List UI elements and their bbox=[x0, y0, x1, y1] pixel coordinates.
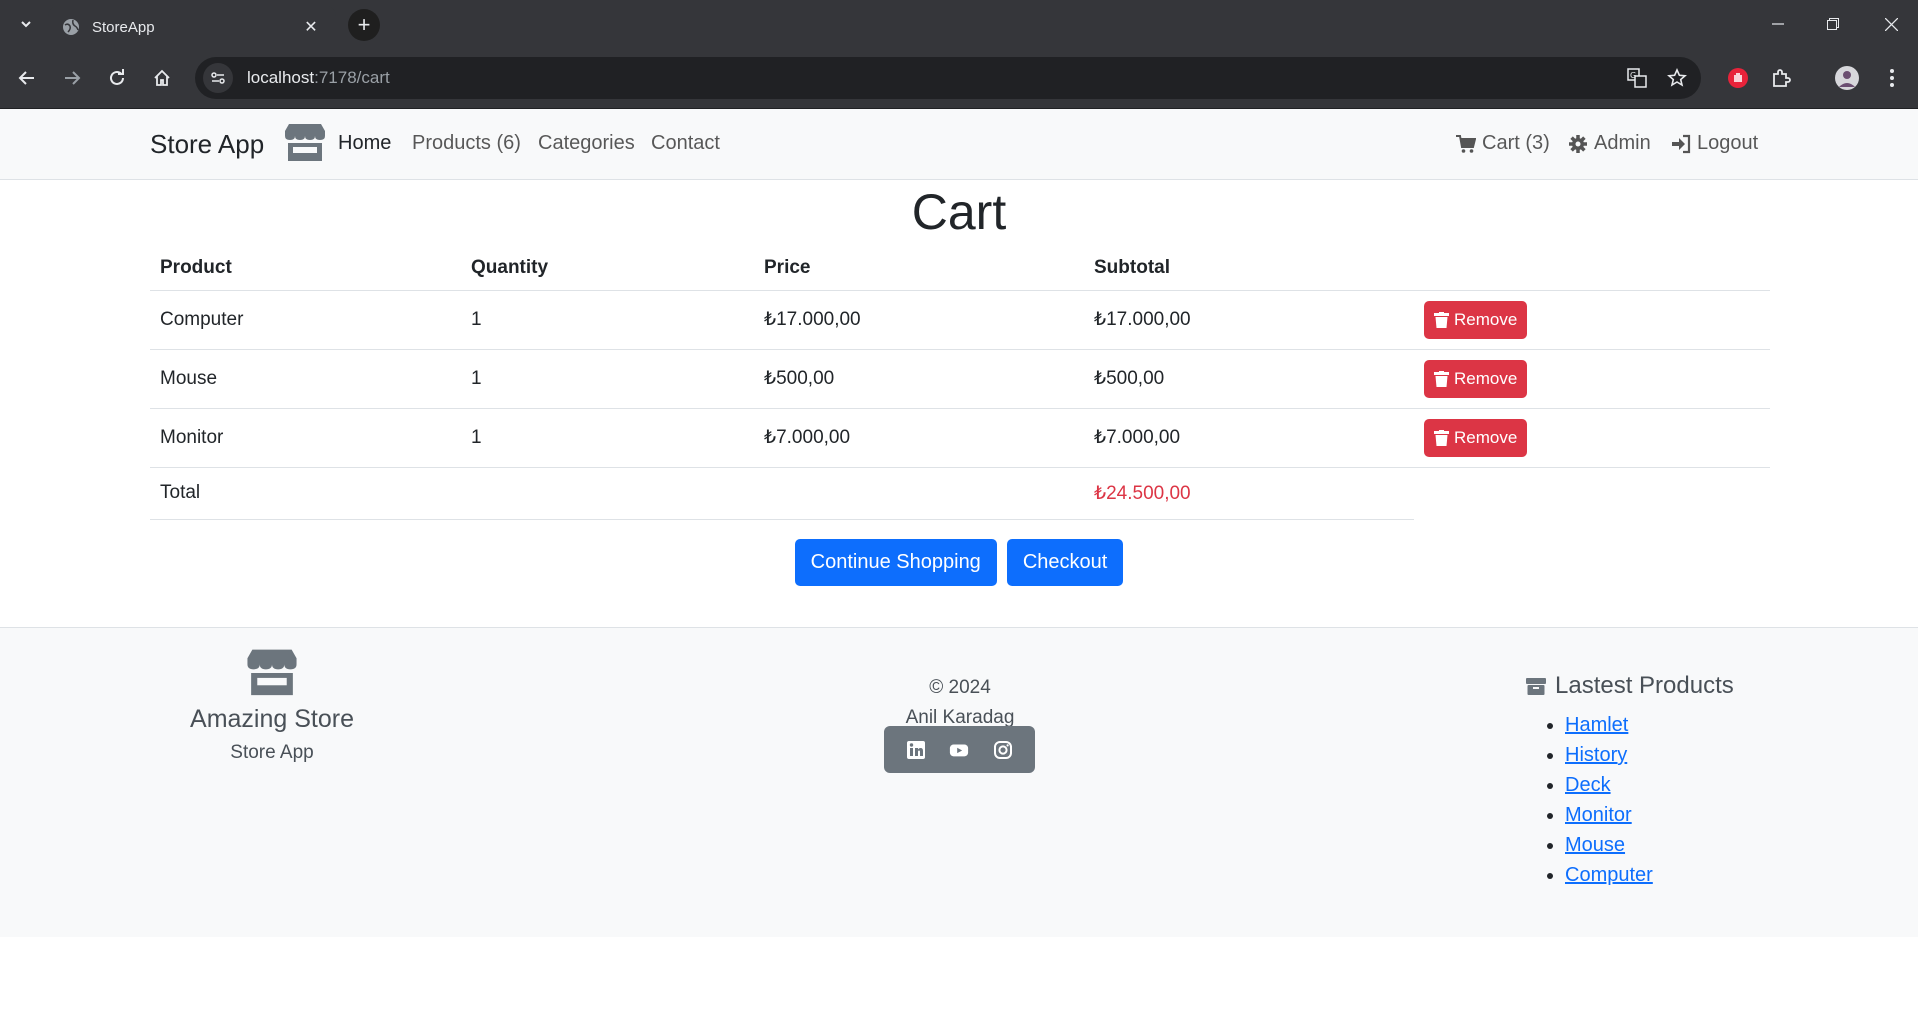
reload-icon[interactable] bbox=[101, 62, 133, 94]
browser-tab[interactable]: StoreApp ✕ bbox=[48, 6, 336, 48]
close-window-icon[interactable] bbox=[1871, 10, 1911, 38]
profile-avatar-icon[interactable] bbox=[1831, 62, 1863, 94]
trash-icon bbox=[1434, 370, 1449, 387]
minimize-icon[interactable] bbox=[1758, 10, 1798, 38]
product-subtotal: ₺7.000,00 bbox=[1084, 408, 1414, 468]
browser-tabstrip: StoreApp ✕ + bbox=[0, 0, 1918, 48]
footer-store-name: Amazing Store bbox=[190, 705, 354, 733]
nav-home[interactable]: Home bbox=[338, 132, 391, 155]
column-header-subtotal: Subtotal bbox=[1084, 247, 1414, 291]
cart-actions: Continue Shopping Checkout bbox=[0, 539, 1918, 586]
nav-admin[interactable]: Admin bbox=[1568, 132, 1651, 155]
logout-icon bbox=[1672, 134, 1691, 153]
browser-menu-icon[interactable] bbox=[1876, 62, 1908, 94]
product-quantity: 1 bbox=[461, 290, 754, 350]
list-item: Monitor bbox=[1565, 800, 1653, 830]
table-row: Mouse 1 ₺500,00 ₺500,00 Remove bbox=[150, 349, 1770, 409]
latest-products-heading: Lastest Products bbox=[1525, 672, 1734, 700]
bookmark-star-icon[interactable] bbox=[1661, 62, 1693, 94]
address-bar[interactable]: localhost:7178/cart G bbox=[195, 57, 1701, 99]
nav-categories[interactable]: Categories bbox=[538, 132, 635, 155]
remove-button[interactable]: Remove bbox=[1424, 359, 1528, 398]
nav-contact[interactable]: Contact bbox=[651, 132, 720, 155]
brand-link[interactable]: Store App bbox=[150, 129, 264, 160]
product-quantity: 1 bbox=[461, 408, 754, 468]
page-title: Cart bbox=[911, 184, 1007, 240]
nav-logout[interactable]: Logout bbox=[1671, 132, 1758, 155]
product-price: ₺17.000,00 bbox=[754, 290, 1084, 350]
cart-icon bbox=[1456, 134, 1476, 153]
box-icon bbox=[1526, 678, 1546, 695]
instagram-icon[interactable] bbox=[993, 740, 1013, 760]
product-link[interactable]: Mouse bbox=[1565, 834, 1625, 856]
translate-icon[interactable]: G bbox=[1621, 62, 1653, 94]
list-item: Hamlet bbox=[1565, 710, 1653, 740]
browser-toolbar: localhost:7178/cart G bbox=[0, 48, 1918, 109]
back-icon[interactable] bbox=[11, 62, 43, 94]
table-row: Computer 1 ₺17.000,00 ₺17.000,00 Remove bbox=[150, 290, 1770, 350]
product-link[interactable]: Computer bbox=[1565, 864, 1653, 886]
continue-shopping-button[interactable]: Continue Shopping bbox=[794, 539, 997, 586]
cart-table: Product Quantity Price Subtotal Computer… bbox=[150, 247, 1770, 520]
checkout-button[interactable]: Checkout bbox=[1006, 539, 1124, 586]
list-item: History bbox=[1565, 740, 1653, 770]
forward-icon[interactable] bbox=[56, 62, 88, 94]
restore-icon[interactable] bbox=[1813, 10, 1853, 38]
product-link[interactable]: History bbox=[1565, 744, 1627, 766]
list-item: Mouse bbox=[1565, 830, 1653, 860]
footer-store-subtitle: Store App bbox=[230, 742, 314, 763]
product-link[interactable]: Monitor bbox=[1565, 804, 1632, 826]
column-header-quantity: Quantity bbox=[461, 247, 754, 291]
home-icon[interactable] bbox=[146, 62, 178, 94]
nav-cart[interactable]: Cart (3) bbox=[1456, 132, 1550, 155]
trash-icon bbox=[1434, 311, 1449, 328]
extension-stop-icon[interactable] bbox=[1722, 62, 1754, 94]
product-name: Computer bbox=[150, 290, 461, 350]
product-subtotal: ₺500,00 bbox=[1084, 349, 1414, 409]
product-subtotal: ₺17.000,00 bbox=[1084, 290, 1414, 350]
column-header-price: Price bbox=[754, 247, 1084, 291]
product-quantity: 1 bbox=[461, 349, 754, 409]
product-price: ₺500,00 bbox=[754, 349, 1084, 409]
product-name: Mouse bbox=[150, 349, 461, 409]
trash-icon bbox=[1434, 429, 1449, 446]
remove-button[interactable]: Remove bbox=[1424, 300, 1528, 339]
table-row: Monitor 1 ₺7.000,00 ₺7.000,00 Remove bbox=[150, 408, 1770, 468]
footer-copyright: © 2024 Anil Karadag bbox=[905, 677, 1015, 728]
social-links bbox=[884, 726, 1035, 773]
web-page: Store App Home Products (6) Categories C… bbox=[0, 109, 1918, 1017]
column-header-actions bbox=[1414, 247, 1770, 291]
product-link[interactable]: Deck bbox=[1565, 774, 1611, 796]
list-item: Deck bbox=[1565, 770, 1653, 800]
gear-icon bbox=[1569, 134, 1587, 153]
product-name: Monitor bbox=[150, 408, 461, 468]
list-item: Computer bbox=[1565, 860, 1653, 890]
store-icon bbox=[245, 648, 299, 698]
product-price: ₺7.000,00 bbox=[754, 408, 1084, 468]
product-link[interactable]: Hamlet bbox=[1565, 714, 1628, 736]
total-row: Total ₺24.500,00 bbox=[150, 467, 1770, 520]
tab-title: StoreApp bbox=[92, 18, 155, 36]
site-navbar: Store App Home Products (6) Categories C… bbox=[0, 109, 1918, 180]
url-text: localhost:7178/cart bbox=[247, 68, 390, 87]
svg-text:G: G bbox=[1630, 71, 1636, 80]
tab-search-chevron-icon[interactable] bbox=[12, 10, 40, 38]
latest-products-list: Hamlet History Deck Monitor Mouse Comput… bbox=[1565, 710, 1653, 890]
remove-button[interactable]: Remove bbox=[1424, 418, 1528, 457]
youtube-icon[interactable] bbox=[949, 740, 969, 760]
new-tab-button[interactable]: + bbox=[348, 9, 380, 41]
site-footer: Amazing Store Store App © 2024 Anil Kara… bbox=[0, 627, 1918, 937]
table-header-row: Product Quantity Price Subtotal bbox=[150, 247, 1770, 291]
nav-products[interactable]: Products (6) bbox=[412, 132, 521, 155]
total-value: ₺24.500,00 bbox=[1084, 467, 1414, 520]
site-info-icon[interactable] bbox=[203, 63, 233, 93]
linkedin-icon[interactable] bbox=[906, 740, 926, 760]
globe-icon bbox=[62, 18, 80, 36]
column-header-product: Product bbox=[150, 247, 461, 291]
extensions-puzzle-icon[interactable] bbox=[1765, 62, 1797, 94]
store-icon bbox=[283, 123, 327, 163]
total-label: Total bbox=[150, 467, 461, 520]
close-tab-icon[interactable]: ✕ bbox=[300, 16, 322, 38]
